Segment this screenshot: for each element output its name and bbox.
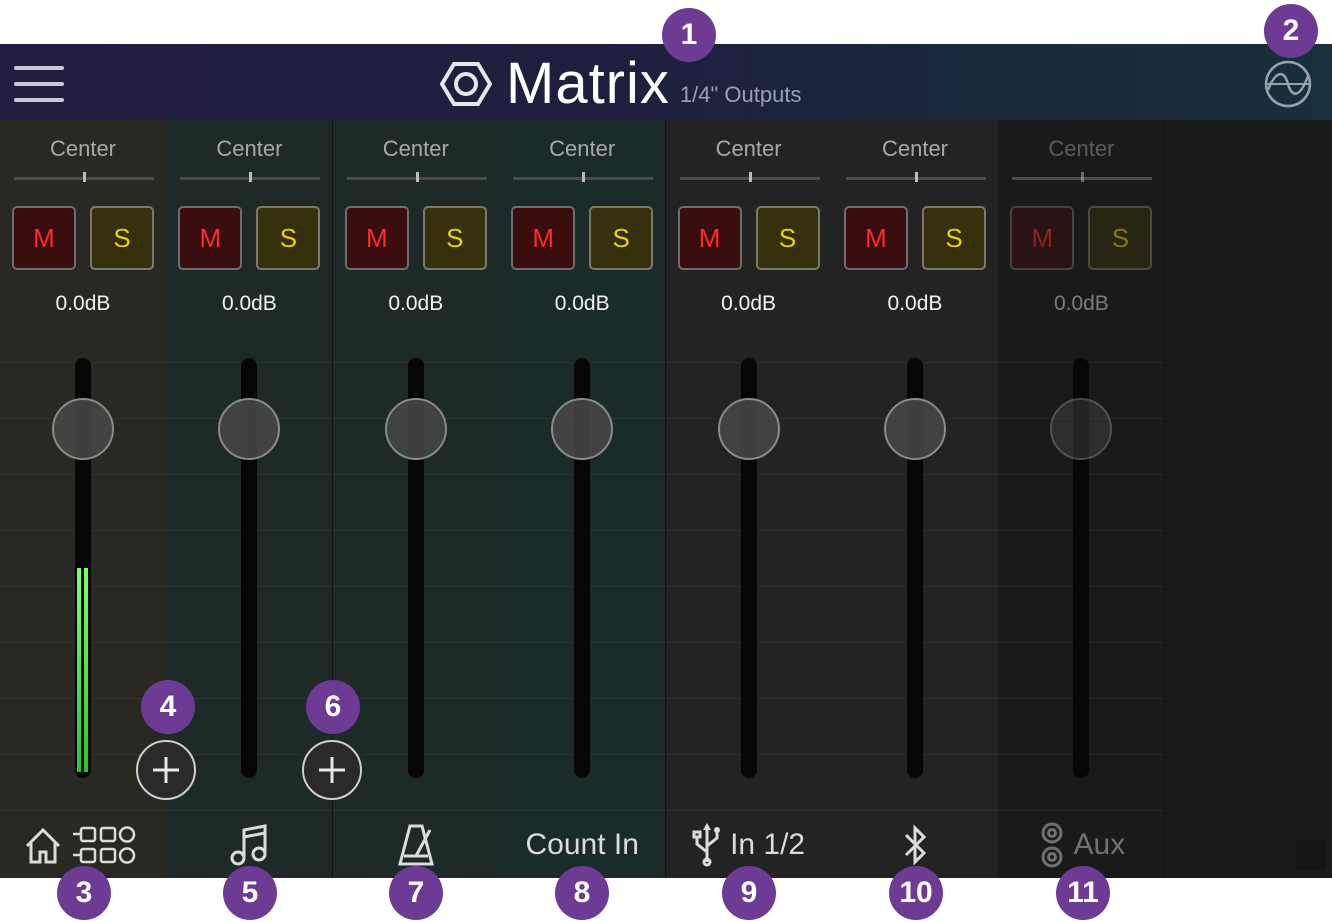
matrix-icon	[440, 62, 492, 106]
channel-label-text: Aux	[1073, 828, 1126, 861]
pan-slider[interactable]	[1012, 172, 1153, 182]
callout-1: 1	[662, 8, 716, 62]
add-button-1[interactable]	[136, 740, 196, 800]
pan-slider[interactable]	[180, 172, 321, 182]
channel-strip-usb: Center M S 0.0dB In 1/2	[665, 120, 833, 878]
menu-icon[interactable]	[14, 64, 64, 104]
pan-indicator	[915, 172, 918, 182]
solo-button[interactable]: S	[922, 206, 986, 270]
pan-indicator	[1081, 172, 1085, 182]
channel-label[interactable]: Aux	[998, 820, 1164, 870]
plus-icon	[153, 757, 179, 783]
solo-button[interactable]: S	[422, 206, 487, 270]
channel-label[interactable]	[0, 820, 166, 870]
home-matrix-icon	[23, 822, 143, 868]
channel-label[interactable]: Count In	[499, 820, 665, 870]
mute-button[interactable]: M	[344, 206, 409, 270]
mixer-app: Matrix 1/4" Outputs Center M S 0.0dB Center M…	[0, 44, 1332, 878]
fader-knob[interactable]	[384, 398, 447, 460]
level-meter-left	[77, 568, 81, 772]
gain-readout: 0.0dB	[721, 292, 777, 315]
callout-5: 5	[223, 866, 277, 920]
gain-readout: 0.0dB	[887, 292, 943, 315]
callout-10: 10	[889, 866, 943, 920]
channel-strip-count-in: Center M S 0.0dB Count In	[499, 120, 667, 878]
pan-slider[interactable]	[346, 172, 487, 182]
pan-label: Center	[49, 136, 117, 161]
fader-knob[interactable]	[717, 398, 780, 460]
music-note-icon	[227, 822, 271, 868]
pan-slider[interactable]	[513, 172, 654, 182]
pan-label: Center	[549, 136, 616, 161]
mute-button[interactable]: M	[677, 206, 742, 270]
pan-indicator	[83, 172, 86, 182]
callout-7: 7	[389, 866, 443, 920]
mute-button[interactable]: M	[844, 206, 908, 270]
callout-2: 2	[1264, 4, 1318, 58]
pan-indicator	[748, 172, 752, 182]
mute-button[interactable]: M	[1010, 206, 1075, 270]
mute-button[interactable]: M	[12, 206, 76, 270]
gain-readout: 0.0dB	[554, 292, 610, 315]
pan-label: Center	[715, 136, 782, 161]
add-button-2[interactable]	[302, 740, 362, 800]
pan-slider[interactable]	[846, 172, 986, 182]
pan-indicator	[415, 172, 419, 182]
pan-label: Center	[1048, 136, 1115, 161]
callout-6: 6	[306, 680, 360, 734]
fader-knob[interactable]	[551, 398, 614, 460]
channel-label[interactable]	[333, 820, 499, 870]
pan-slider[interactable]	[14, 172, 154, 182]
channel-strip-aux: Center M S 0.0dB Aux	[998, 120, 1166, 878]
callout-11: 11	[1056, 866, 1110, 920]
gain-readout: 0.0dB	[388, 292, 444, 315]
callout-8: 8	[555, 866, 609, 920]
level-meter-right	[84, 568, 88, 772]
fader-knob[interactable]	[52, 398, 114, 460]
channel-strip-bluetooth: Center M S 0.0dB	[832, 120, 999, 878]
gain-readout: 0.0dB	[221, 292, 277, 315]
tuner-icon[interactable]	[1262, 60, 1314, 108]
plus-icon	[319, 757, 345, 783]
channel-label[interactable]: In 1/2	[666, 820, 832, 870]
empty-area	[1166, 120, 1332, 878]
page-subtitle: 1/4" Outputs	[679, 82, 802, 107]
usb-icon	[692, 822, 722, 868]
fader-knob[interactable]	[1050, 398, 1113, 460]
pan-indicator	[582, 172, 586, 182]
channel-label[interactable]	[832, 820, 998, 870]
gain-readout: 0.0dB	[55, 292, 111, 315]
pan-label: Center	[382, 136, 449, 161]
channel-label-text: In 1/2	[730, 828, 806, 861]
corner-handle	[1296, 840, 1326, 870]
pan-slider[interactable]	[679, 172, 820, 182]
channel-label[interactable]	[166, 820, 332, 870]
fader-knob[interactable]	[884, 398, 946, 460]
solo-button[interactable]: S	[1088, 206, 1153, 270]
mute-button[interactable]: M	[178, 206, 243, 270]
pan-indicator	[249, 172, 253, 182]
aux-jack-icon	[1038, 820, 1066, 870]
page-title: Matrix	[506, 51, 670, 116]
solo-button[interactable]: S	[256, 206, 321, 270]
gain-readout: 0.0dB	[1053, 292, 1109, 315]
solo-button[interactable]: S	[755, 206, 820, 270]
callout-9: 9	[722, 866, 776, 920]
metronome-icon	[396, 822, 436, 868]
pan-label: Center	[881, 136, 949, 161]
channel-label-text: Count In	[525, 828, 639, 861]
fader-knob[interactable]	[218, 398, 281, 460]
bluetooth-icon	[900, 822, 930, 868]
title-area: Matrix 1/4" Outputs	[440, 52, 801, 116]
callout-4: 4	[141, 680, 195, 734]
callout-3: 3	[57, 866, 111, 920]
solo-button[interactable]: S	[589, 206, 654, 270]
top-bar: Matrix 1/4" Outputs	[0, 44, 1332, 120]
mute-button[interactable]: M	[511, 206, 576, 270]
solo-button[interactable]: S	[90, 206, 154, 270]
pan-label: Center	[216, 136, 283, 161]
